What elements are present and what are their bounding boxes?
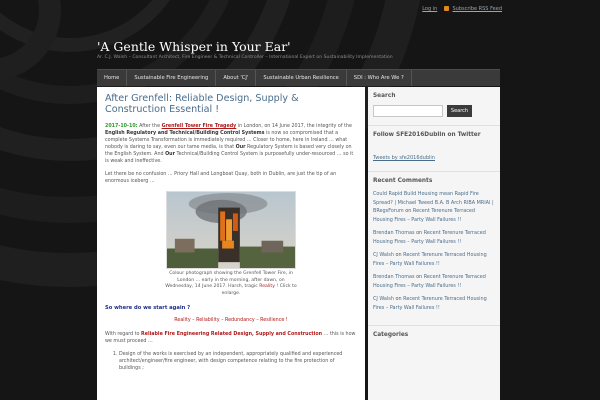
twitter-timeline-link[interactable]: Tweets by sfe2016dublin — [373, 155, 435, 161]
comment-author-link[interactable]: CJ Walsh — [373, 296, 394, 302]
grenfell-photo[interactable] — [166, 191, 296, 269]
comment-on: on — [393, 296, 404, 302]
reality-link[interactable]: Reality — [259, 284, 275, 289]
grenfell-link[interactable]: Grenfell Tower Fire Tragedy — [162, 124, 237, 129]
comment-author-link[interactable]: Brendan Thomas — [373, 274, 415, 280]
comment-item: CJ Walsh on Recent Terenure Terraced Hou… — [373, 251, 495, 268]
site-tagline: Ar. C.J. Walsh – Consultant Architect, F… — [97, 55, 393, 60]
post-list: Design of the works is exercised by an i… — [105, 351, 357, 372]
post-question: So where do we start again ? — [105, 305, 191, 312]
comment-item: CJ Walsh on Recent Terenure Terraced Hou… — [373, 295, 495, 312]
post-paragraph-2: Let there be no confusion … Priory Hall … — [105, 172, 337, 184]
nav-item-about-cj[interactable]: About 'CJ' — [216, 70, 257, 86]
categories-widget: Categories — [368, 326, 500, 352]
rss-icon — [443, 6, 449, 11]
post-text: With regard to — [105, 332, 142, 338]
list-item: Design of the works is exercised by an i… — [119, 351, 357, 372]
comment-author-link[interactable]: Brendan Thomas — [373, 230, 415, 236]
comment-on: on — [403, 208, 413, 214]
comment-on: on — [393, 252, 404, 258]
categories-title: Categories — [373, 332, 409, 338]
photo-caption: Colour photograph showing the Grenfell T… — [164, 271, 298, 297]
comment-author-link[interactable]: CJ Walsh — [373, 252, 394, 258]
post-figure: Colour photograph showing the Grenfell T… — [164, 191, 298, 297]
comment-item: Could Rapid Build Housing mean Rapid Fir… — [373, 190, 495, 224]
twitter-widget-title: Follow SFE2016Dublin on Twitter — [373, 132, 481, 138]
comment-on: on — [414, 274, 424, 280]
post-bold-text: Our — [235, 145, 246, 150]
search-widget-title: Search — [373, 93, 396, 99]
comment-item: Brendan Thomas on Recent Terenure Terrac… — [373, 273, 495, 290]
reliable-fire-engineering-text: Reliable Fire Engineering Related Design… — [141, 332, 323, 338]
post-date: 2017-10-10: — [105, 124, 138, 129]
nav-item-home[interactable]: Home — [97, 70, 128, 86]
recent-comments-widget: Recent Comments Could Rapid Build Housin… — [368, 172, 500, 326]
search-button[interactable]: Search — [447, 105, 472, 117]
post-paragraph-3: With regard to Reliable Fire Engineering… — [105, 331, 357, 345]
recent-comments-title: Recent Comments — [373, 178, 433, 184]
post-bold-text: Our — [165, 152, 175, 157]
search-widget: Search Search — [368, 87, 500, 126]
login-link[interactable]: Log in — [422, 6, 437, 12]
rss-link[interactable]: Subscribe RSS Feed — [453, 6, 503, 12]
post-bold-text: English Regulatory and Technical/Buildin… — [105, 131, 265, 136]
post-text: After the — [137, 124, 162, 129]
nav-item-sdi-who-are-we[interactable]: SDI : Who Are We ? — [347, 70, 412, 86]
sidebar: Search Search Follow SFE2016Dublin on Tw… — [368, 87, 500, 400]
post-title[interactable]: After Grenfell: Reliable Design, Supply … — [105, 93, 357, 115]
site-title[interactable]: 'A Gentle Whisper in Your Ear' — [97, 39, 291, 54]
comment-on: on — [414, 230, 424, 236]
nav-item-sustainable-fire-engineering[interactable]: Sustainable Fire Engineering — [127, 70, 217, 86]
top-links: Log in Subscribe RSS Feed — [422, 6, 502, 12]
search-input[interactable] — [373, 105, 443, 117]
post-triad: Reality – Reliability – Redundancy – Res… — [174, 318, 288, 324]
nav-item-sustainable-urban-resilience[interactable]: Sustainable Urban Resilience — [256, 70, 347, 86]
post-content: After Grenfell: Reliable Design, Supply … — [97, 87, 365, 400]
post-paragraph-1: 2017-10-10: After the Grenfell Tower Fir… — [105, 123, 357, 165]
twitter-widget: Follow SFE2016Dublin on Twitter Tweets b… — [368, 126, 500, 172]
comment-item: Brendan Thomas on Recent Terenure Terrac… — [373, 229, 495, 246]
main-nav: Home Sustainable Fire Engineering About … — [97, 69, 500, 86]
post-text: in London, on 14 June 2017, the integrit… — [236, 124, 352, 129]
